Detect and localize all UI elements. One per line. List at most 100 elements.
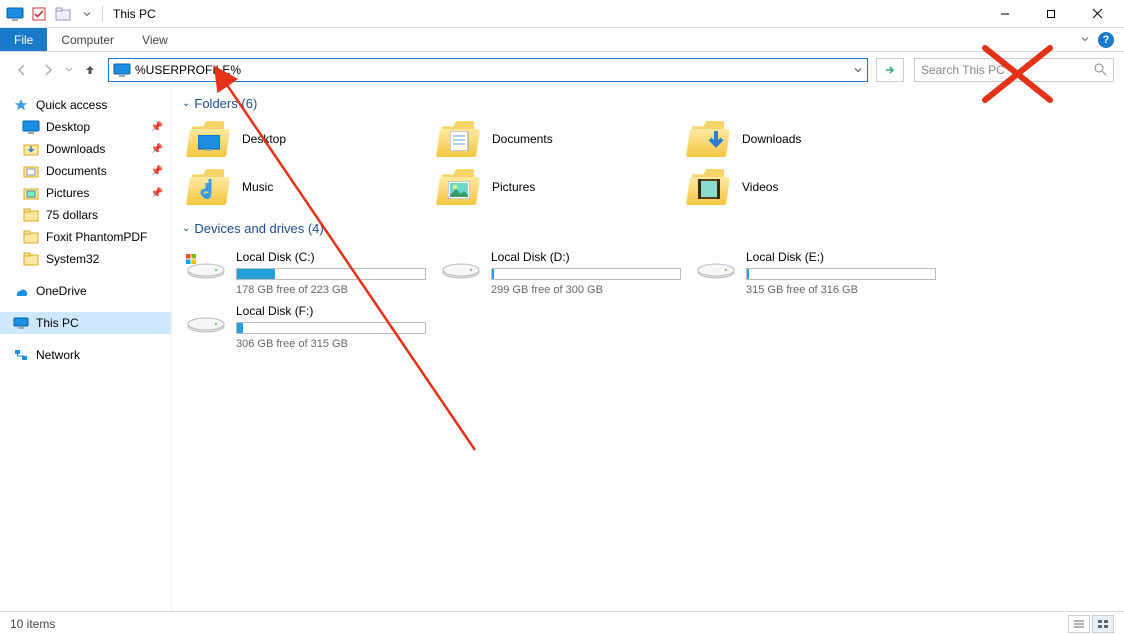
sidebar-item-label: Foxit PhantomPDF [46,230,147,244]
folder-name: Documents [492,132,553,146]
folder-icon [22,251,40,267]
drive-item[interactable]: Local Disk (D:) 299 GB free of 300 GB [437,246,692,300]
sidebar-label: This PC [36,316,79,330]
folder-icon [686,167,730,207]
sidebar-item[interactable]: 75 dollars [0,204,171,226]
folder-name: Pictures [492,180,535,194]
go-button[interactable] [876,58,904,82]
address-bar-row [0,52,1124,88]
drive-item[interactable]: Local Disk (E:) 315 GB free of 316 GB [692,246,947,300]
drive-name: Local Disk (D:) [491,250,688,264]
folder-item[interactable]: Downloads [682,115,932,163]
sidebar-network[interactable]: Network [0,344,171,366]
new-folder-qat-icon[interactable] [52,3,74,25]
sidebar-onedrive[interactable]: OneDrive [0,280,171,302]
downloads-icon [22,141,40,157]
main-area: Quick access Desktop 📌 Downloads 📌 Docum… [0,88,1124,611]
folder-icon [186,167,230,207]
group-count: 6 [246,96,253,111]
sidebar-item[interactable]: Downloads 📌 [0,138,171,160]
folder-item[interactable]: Videos [682,163,932,211]
folder-icon [436,167,480,207]
drive-icon [186,250,226,280]
qat-dropdown-icon[interactable] [76,3,98,25]
drive-usage-bar [236,322,426,334]
desktop-icon [22,119,40,135]
properties-qat-icon[interactable] [28,3,50,25]
close-button[interactable] [1074,0,1120,28]
drive-icon [441,250,481,280]
ribbon-right: ? [1080,28,1124,51]
pictures-icon [22,185,40,201]
sidebar-label: Network [36,348,80,362]
folder-item[interactable]: Documents [432,115,682,163]
folder-name: Videos [742,180,778,194]
sidebar-item-label: System32 [46,252,99,266]
quick-access-icon [12,97,30,113]
sidebar-item[interactable]: Pictures 📌 [0,182,171,204]
help-icon[interactable]: ? [1098,32,1114,48]
details-view-button[interactable] [1068,615,1090,633]
network-icon [12,347,30,363]
titlebar-separator [102,6,103,22]
sidebar-item-label: Desktop [46,120,90,134]
folder-item[interactable]: Desktop [182,115,432,163]
drive-usage-bar [491,268,681,280]
drive-free-text: 315 GB free of 316 GB [746,284,943,296]
file-tab[interactable]: File [0,28,47,51]
folders-group-header[interactable]: ⌄ Folders (6) [182,92,1114,115]
sidebar-item-label: Documents [46,164,107,178]
folder-name: Desktop [242,132,286,146]
window-title: This PC [113,7,156,21]
search-box[interactable] [914,58,1114,82]
address-input[interactable] [135,59,847,81]
sidebar-quick-access[interactable]: Quick access [0,94,171,116]
ribbon-expand-icon[interactable] [1080,33,1090,47]
this-pc-icon [4,3,26,25]
folder-icon [436,119,480,159]
pin-icon: 📌 [151,122,163,133]
tab-view[interactable]: View [128,28,182,51]
tab-computer[interactable]: Computer [47,28,128,51]
drive-usage-bar [236,268,426,280]
group-label: Devices and drives [194,221,304,236]
drives-grid: Local Disk (C:) 178 GB free of 223 GB Lo… [182,246,1114,354]
documents-icon [22,163,40,179]
drive-free-text: 299 GB free of 300 GB [491,284,688,296]
sidebar-label: Quick access [36,98,107,112]
folder-icon [22,229,40,245]
address-history-dropdown[interactable] [847,65,867,75]
sidebar-item[interactable]: System32 [0,248,171,270]
sidebar-item[interactable]: Desktop 📌 [0,116,171,138]
search-input[interactable] [921,63,1093,77]
drives-group-header[interactable]: ⌄ Devices and drives (4) [182,217,1114,240]
folder-icon [22,207,40,223]
folders-grid: Desktop Documents Downloads Music Pictur… [182,115,1114,211]
large-icons-view-button[interactable] [1092,615,1114,633]
pin-icon: 📌 [151,166,163,177]
status-bar: 10 items [0,611,1124,635]
quick-access-toolbar [4,3,98,25]
address-path-icon [113,63,131,77]
group-count: 4 [312,221,319,236]
view-mode-toggles [1068,615,1114,633]
sidebar-item[interactable]: Documents 📌 [0,160,171,182]
folder-item[interactable]: Music [182,163,432,211]
back-button[interactable] [10,58,34,82]
forward-button[interactable] [36,58,60,82]
sidebar-item[interactable]: Foxit PhantomPDF [0,226,171,248]
drive-item[interactable]: Local Disk (F:) 306 GB free of 315 GB [182,300,437,354]
sidebar-item-label: Pictures [46,186,89,200]
drive-item[interactable]: Local Disk (C:) 178 GB free of 223 GB [182,246,437,300]
address-bar[interactable] [108,58,868,82]
minimize-button[interactable] [982,0,1028,28]
navigation-pane: Quick access Desktop 📌 Downloads 📌 Docum… [0,88,172,611]
folder-icon [686,119,730,159]
sidebar-this-pc[interactable]: This PC [0,312,171,334]
up-button[interactable] [78,58,102,82]
folder-item[interactable]: Pictures [432,163,682,211]
pin-icon: 📌 [151,188,163,199]
history-dropdown[interactable] [62,58,76,82]
drive-name: Local Disk (E:) [746,250,943,264]
maximize-button[interactable] [1028,0,1074,28]
